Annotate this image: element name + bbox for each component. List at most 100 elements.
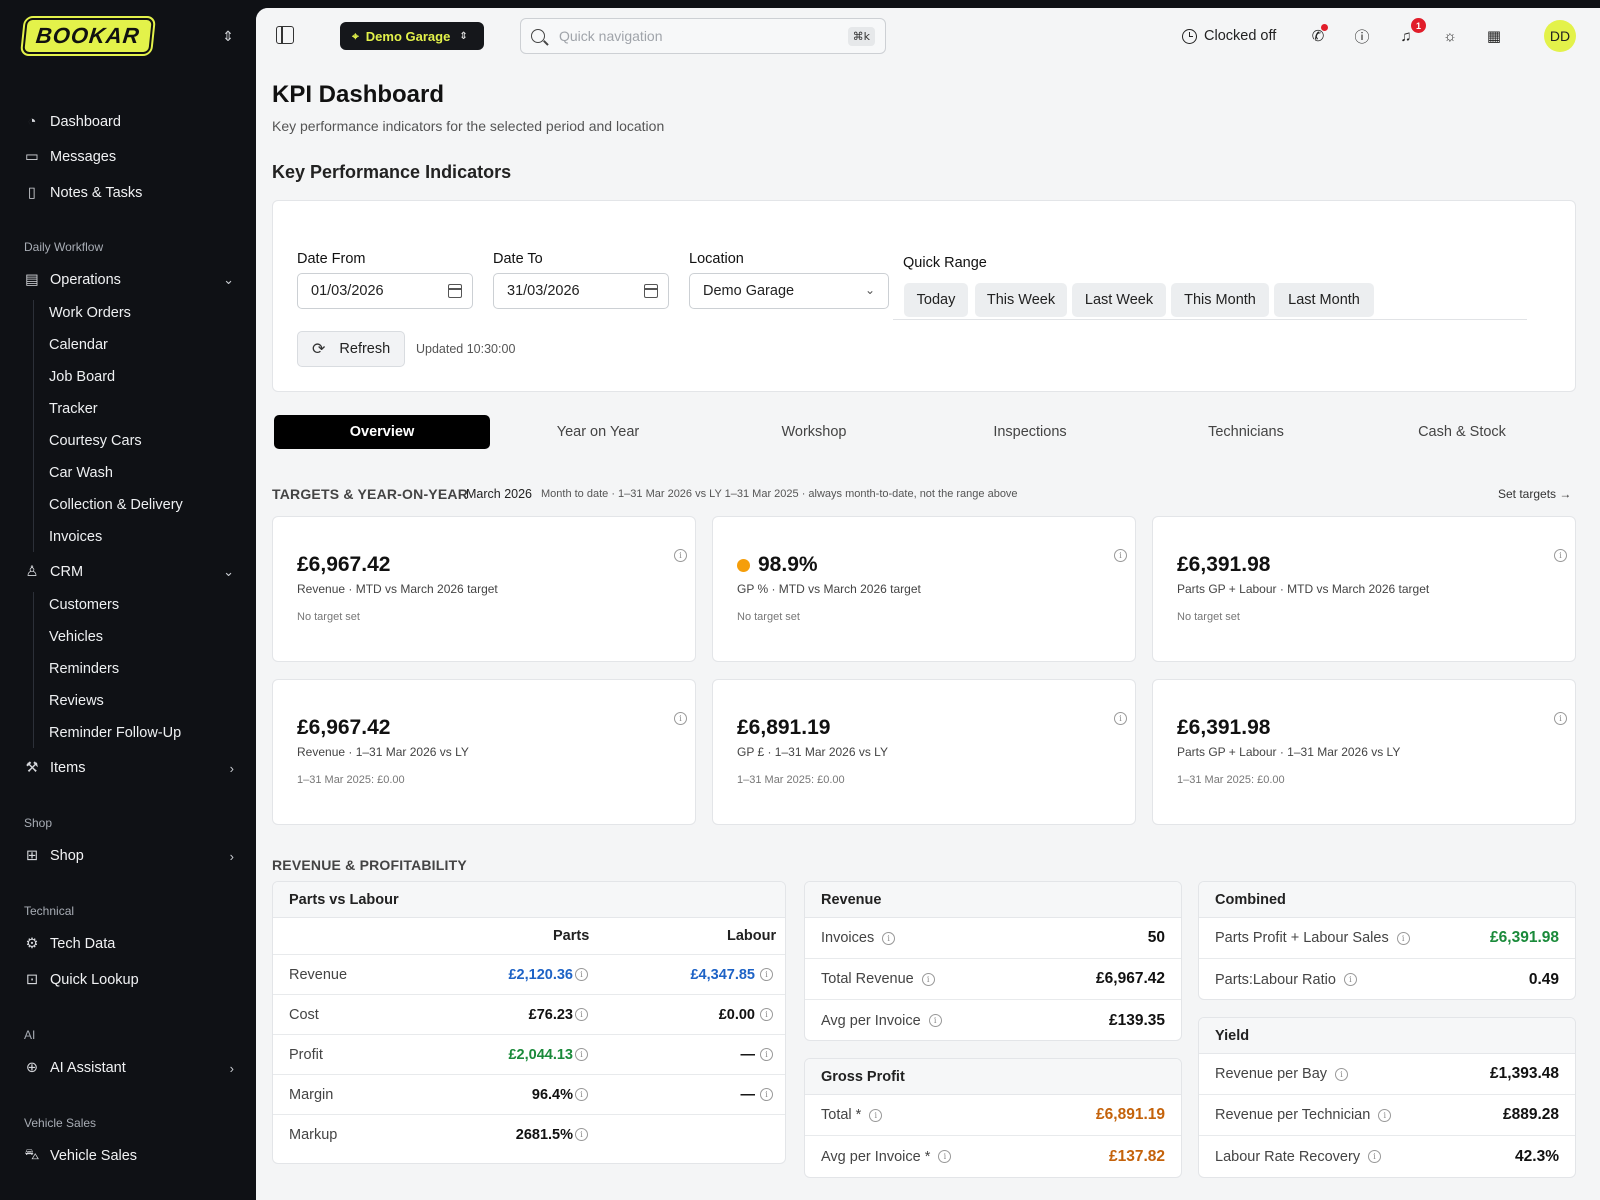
- bell-icon[interactable]: ♫ 1: [1396, 18, 1426, 46]
- info-icon[interactable]: i: [1396, 931, 1410, 945]
- sidebar-item-notes-tasks[interactable]: ▯ Notes & Tasks: [24, 179, 234, 207]
- avatar[interactable]: DD: [1544, 20, 1576, 52]
- info-icon[interactable]: i: [1343, 973, 1357, 986]
- sidebar-item-reviews[interactable]: Reviews: [49, 688, 104, 714]
- info-icon[interactable]: i: [1114, 712, 1127, 725]
- row-label: Cost: [289, 1007, 319, 1023]
- sidebar-item-crm[interactable]: ♙ CRM ⌄: [24, 558, 235, 586]
- info-icon[interactable]: i: [1554, 549, 1567, 562]
- quick-range-this-week[interactable]: This Week: [975, 283, 1067, 317]
- targets-section-title: TARGETS & YEAR-ON-YEAR: [272, 486, 469, 502]
- tab-overview[interactable]: Overview: [274, 415, 490, 449]
- info-icon[interactable]: i: [575, 968, 588, 981]
- targets-month: March 2026: [466, 487, 533, 501]
- info-icon[interactable]: i: [674, 712, 687, 725]
- sidebar-item-label: AI Assistant: [50, 1060, 126, 1076]
- yield-table: Yield Revenue per Bay i £1,393.48 Revenue …: [1198, 1017, 1576, 1178]
- sidebar-item-reminders[interactable]: Reminders: [49, 656, 119, 682]
- sidebar-toggle-icon[interactable]: [276, 26, 294, 44]
- sidebar-item-calendar[interactable]: Calendar: [49, 332, 108, 358]
- sidebar-item-messages[interactable]: ▭ Messages: [24, 143, 234, 171]
- calendar-icon[interactable]: ▦: [1484, 26, 1504, 46]
- quick-range-last-week[interactable]: Last Week: [1072, 283, 1166, 317]
- sidebar-item-courtesy-cars[interactable]: Courtesy Cars: [49, 428, 142, 454]
- info-icon[interactable]: i: [921, 972, 935, 986]
- sidebar-item-items[interactable]: ⚒ Items ›: [24, 754, 235, 782]
- clock-status[interactable]: Clocked off: [1182, 22, 1276, 50]
- kpi-card-gp-percent-target: 98.9% GP % · MTD vs March 2026 target No…: [712, 516, 1136, 662]
- date-to-label: Date To: [493, 251, 543, 267]
- info-icon[interactable]: i: [1554, 712, 1567, 725]
- labour-value[interactable]: £4,347.85: [690, 967, 755, 983]
- refresh-button[interactable]: ⟳ Refresh: [297, 331, 405, 367]
- sidebar-item-invoices[interactable]: Invoices: [49, 524, 102, 550]
- sidebar-item-tracker[interactable]: Tracker: [49, 396, 98, 422]
- divider: [893, 319, 1527, 320]
- sidebar-item-work-orders[interactable]: Work Orders: [49, 300, 131, 326]
- table-row: Profit £2,044.13 i — i: [273, 1035, 785, 1075]
- sidebar-item-job-board[interactable]: Job Board: [49, 364, 115, 390]
- set-targets-link[interactable]: Set targets →: [1498, 487, 1571, 501]
- sidebar-item-vehicles[interactable]: Vehicles: [49, 624, 103, 650]
- info-icon[interactable]: i: [760, 1048, 773, 1061]
- info-icon[interactable]: i: [575, 1128, 588, 1141]
- tab-technicians[interactable]: Technicians: [1138, 415, 1354, 449]
- row-label: Margin: [289, 1087, 334, 1103]
- info-icon[interactable]: i: [575, 1008, 588, 1021]
- info-icon[interactable]: i: [1378, 1108, 1392, 1122]
- sidebar-item-ai-assistant[interactable]: ⊕ AI Assistant ›: [24, 1054, 234, 1082]
- parts-value[interactable]: £2,120.36: [508, 967, 573, 983]
- help-icon[interactable]: ⓘ: [1352, 26, 1372, 46]
- sidebar-item-dashboard[interactable]: ◔ Dashboard: [24, 108, 234, 136]
- chevron-right-icon: ›: [229, 760, 234, 776]
- sidebar-item-shop[interactable]: ⊞ Shop ›: [24, 842, 234, 870]
- sun-icon[interactable]: ☼: [1440, 26, 1460, 46]
- brand-logo[interactable]: BOOKAR: [22, 18, 154, 54]
- quick-range-today[interactable]: Today: [904, 283, 968, 317]
- tab-inspections[interactable]: Inspections: [922, 415, 1138, 449]
- info-icon[interactable]: i: [1114, 549, 1127, 562]
- sidebar-item-label: Notes & Tasks: [50, 185, 143, 201]
- kpi-description: GP % · MTD vs March 2026 target: [737, 582, 921, 596]
- tab-cash-stock[interactable]: Cash & Stock: [1354, 415, 1570, 449]
- date-from-field[interactable]: 01/03/2026: [297, 273, 473, 309]
- sidebar-item-tech-data[interactable]: ⚙ Tech Data: [24, 930, 234, 958]
- scan-icon: ⊡: [25, 972, 39, 988]
- info-icon[interactable]: i: [1368, 1150, 1382, 1163]
- quick-navigation-search[interactable]: Quick navigation ⌘k: [520, 18, 886, 54]
- info-icon[interactable]: i: [760, 1008, 773, 1021]
- info-icon[interactable]: i: [928, 1014, 942, 1027]
- info-icon[interactable]: i: [869, 1108, 883, 1122]
- tab-year-on-year[interactable]: Year on Year: [490, 415, 706, 449]
- status-dot: [737, 558, 750, 572]
- location-select[interactable]: Demo Garage ⌄: [689, 273, 889, 309]
- sidebar-item-reminder-follow-up[interactable]: Reminder Follow-Up: [49, 720, 181, 746]
- quick-range-last-month[interactable]: Last Month: [1274, 283, 1374, 317]
- info-icon[interactable]: i: [882, 931, 896, 945]
- sidebar-item-collection-delivery[interactable]: Collection & Delivery: [49, 492, 183, 518]
- info-icon[interactable]: i: [760, 1088, 773, 1101]
- chevron-right-icon: ›: [229, 848, 234, 864]
- tab-workshop[interactable]: Workshop: [706, 415, 922, 449]
- sidebar-item-vehicle-sales[interactable]: ⛍ Vehicle Sales: [24, 1142, 234, 1170]
- quick-range-this-month[interactable]: This Month: [1171, 283, 1269, 317]
- megaphone-icon[interactable]: ✆: [1308, 24, 1328, 46]
- kpi-card-revenue-yoy: £6,967.42 Revenue · 1–31 Mar 2026 vs LY …: [272, 679, 696, 825]
- sidebar-item-customers[interactable]: Customers: [49, 592, 119, 618]
- gross-profit-table: Gross Profit Total * i £6,891.19 Avg per I…: [804, 1058, 1182, 1178]
- info-icon[interactable]: i: [1335, 1067, 1349, 1081]
- sidebar-item-car-wash[interactable]: Car Wash: [49, 460, 113, 486]
- info-icon[interactable]: i: [575, 1048, 588, 1061]
- info-icon[interactable]: i: [760, 968, 773, 981]
- info-icon[interactable]: i: [575, 1088, 588, 1101]
- garage-selector[interactable]: ⌖ Demo Garage ⇕: [340, 22, 484, 50]
- info-icon[interactable]: i: [938, 1150, 952, 1163]
- date-to-field[interactable]: 31/03/2026: [493, 273, 669, 309]
- table-row: Avg per Invoice * i £137.82: [805, 1136, 1181, 1177]
- chevron-updown-icon[interactable]: ⇕: [222, 29, 234, 43]
- sidebar-item-quick-lookup[interactable]: ⊡ Quick Lookup: [24, 966, 234, 994]
- tech-data-icon: ⚙: [25, 936, 39, 952]
- info-icon[interactable]: i: [674, 549, 687, 562]
- sidebar-item-operations[interactable]: ▤ Operations ⌄: [24, 266, 234, 294]
- notification-badge: 1: [1411, 18, 1426, 33]
